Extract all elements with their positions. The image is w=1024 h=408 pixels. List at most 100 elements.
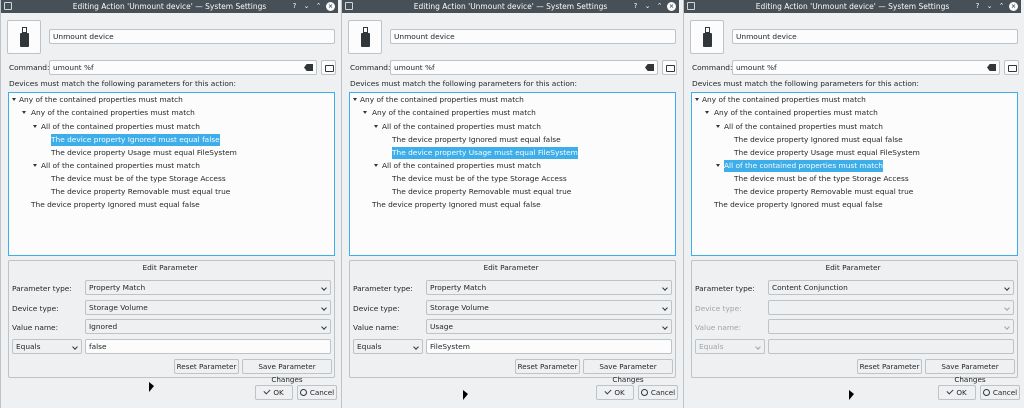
action-icon-button[interactable] [348,20,382,54]
help-button[interactable]: ? [290,2,299,11]
tree-item[interactable]: Any of the contained properties must mat… [372,107,536,119]
maximize-button[interactable]: ⌃ [655,2,664,11]
device-type-select[interactable] [768,300,1014,315]
value-input[interactable]: false [85,339,331,354]
save-parameter-changes-button[interactable]: Save Parameter Changes [583,359,673,384]
device-type-label: Device type: [353,304,400,313]
tree-item[interactable]: The device must be of the type Storage A… [734,173,909,185]
tree-item[interactable]: The device property Usage must equal Fil… [51,147,237,159]
command-input[interactable]: umount %f [732,60,1000,75]
tree-item[interactable]: Any of the contained properties must mat… [714,107,878,119]
tree-item[interactable]: Any of the contained properties must mat… [702,94,866,106]
save-parameter-changes-button[interactable]: Save Parameter Changes [242,359,332,384]
chevron-down-icon[interactable] [716,125,720,128]
device-match-tree[interactable]: Any of the contained properties must mat… [691,92,1018,256]
clear-icon[interactable] [645,64,654,71]
ok-button[interactable]: OK [596,385,634,400]
command-input[interactable]: umount %f [390,60,658,75]
tree-item[interactable]: Any of the contained properties must mat… [360,94,524,106]
value-name-label: Value name: [695,323,742,332]
chevron-down-icon[interactable] [705,111,709,114]
value-input[interactable]: FileSystem [426,339,672,354]
chevron-down-icon[interactable] [374,164,378,167]
minimize-button[interactable]: ⌄ [302,2,311,11]
action-name-input[interactable]: Unmount device [390,29,676,44]
tree-item[interactable]: The device property Usage must equal Fil… [734,147,920,159]
action-icon-button[interactable] [7,20,41,54]
tree-item[interactable]: The device property Ignored must equal f… [31,199,200,211]
chevron-down-icon[interactable] [716,164,720,167]
chevron-down-icon[interactable] [374,125,378,128]
tree-item[interactable]: All of the contained properties must mat… [724,160,883,172]
reset-parameter-button[interactable]: Reset Parameter [857,359,922,374]
close-button[interactable]: × [326,2,335,11]
tree-item[interactable]: Any of the contained properties must mat… [19,94,183,106]
command-input[interactable]: umount %f [49,60,317,75]
tree-item[interactable]: The device property Ignored must equal f… [392,134,561,146]
open-file-button[interactable] [321,60,336,75]
tree-item[interactable]: The device must be of the type Storage A… [392,173,567,185]
reset-parameter-button[interactable]: Reset Parameter [174,359,239,374]
device-type-label: Device type: [12,304,59,313]
device-match-tree[interactable]: Any of the contained properties must mat… [349,92,676,256]
help-button[interactable]: ? [973,2,982,11]
help-button[interactable]: ? [631,2,640,11]
cancel-button[interactable]: Cancel [638,385,678,400]
tree-item[interactable]: The device property Ignored must equal f… [714,199,883,211]
tree-item[interactable]: All of the contained properties must mat… [41,160,200,172]
tree-item[interactable]: The device property Ignored must equal f… [372,199,541,211]
minimize-button[interactable]: ⌄ [643,2,652,11]
close-button[interactable]: × [1009,2,1018,11]
comparison-select[interactable]: Equals [12,339,82,354]
action-name-input[interactable]: Unmount device [732,29,1018,44]
chevron-down-icon[interactable] [33,125,37,128]
device-type-select[interactable]: Storage Volume [426,300,672,315]
cancel-button[interactable]: Cancel [297,385,337,400]
tree-item[interactable]: The device property Ignored must equal f… [734,134,903,146]
chevron-down-icon[interactable] [12,98,16,101]
maximize-button[interactable]: ⌃ [314,2,323,11]
device-type-select[interactable]: Storage Volume [85,300,331,315]
value-name-select[interactable] [768,319,1014,334]
chevron-down-icon[interactable] [363,111,367,114]
cancel-button[interactable]: Cancel [980,385,1020,400]
clear-icon[interactable] [304,64,313,71]
tree-item[interactable]: The device property Removable must equal… [392,186,571,198]
action-icon-button[interactable] [690,20,724,54]
value-name-select[interactable]: Ignored [85,319,331,334]
ok-button[interactable]: OK [255,385,293,400]
chevron-down-icon[interactable] [33,164,37,167]
action-name-input[interactable]: Unmount device [49,29,335,44]
device-match-tree[interactable]: Any of the contained properties must mat… [8,92,335,256]
minimize-button[interactable]: ⌄ [985,2,994,11]
value-name-select[interactable]: Usage [426,319,672,334]
tree-item[interactable]: The device property Ignored must equal f… [51,134,220,146]
chevron-down-icon[interactable] [353,98,357,101]
tree-item[interactable]: All of the contained properties must mat… [41,121,200,133]
tree-item[interactable]: All of the contained properties must mat… [382,121,541,133]
chevron-down-icon[interactable] [22,111,26,114]
open-file-button[interactable] [662,60,677,75]
tree-item[interactable]: The device property Removable must equal… [734,186,913,198]
save-parameter-changes-button[interactable]: Save Parameter Changes [925,359,1015,384]
open-file-button[interactable] [1004,60,1019,75]
tree-item[interactable]: Any of the contained properties must mat… [31,107,195,119]
maximize-button[interactable]: ⌃ [997,2,1006,11]
comparison-select[interactable]: Equals [695,339,765,354]
tree-item[interactable]: The device must be of the type Storage A… [51,173,226,185]
tree-item[interactable]: The device property Usage must equal Fil… [392,147,578,159]
tree-item[interactable]: All of the contained properties must mat… [382,160,541,172]
parameter-type-select[interactable]: Property Match [85,280,331,295]
clear-icon[interactable] [987,64,996,71]
value-name-label: Value name: [12,323,59,332]
comparison-select[interactable]: Equals [353,339,423,354]
tree-item[interactable]: The device property Removable must equal… [51,186,230,198]
close-button[interactable]: × [667,2,676,11]
value-input[interactable] [768,339,1014,354]
parameter-type-select[interactable]: Property Match [426,280,672,295]
reset-parameter-button[interactable]: Reset Parameter [515,359,580,374]
parameter-type-select[interactable]: Content Conjunction [768,280,1014,295]
chevron-down-icon[interactable] [695,98,699,101]
tree-item[interactable]: All of the contained properties must mat… [724,121,883,133]
ok-button[interactable]: OK [938,385,976,400]
